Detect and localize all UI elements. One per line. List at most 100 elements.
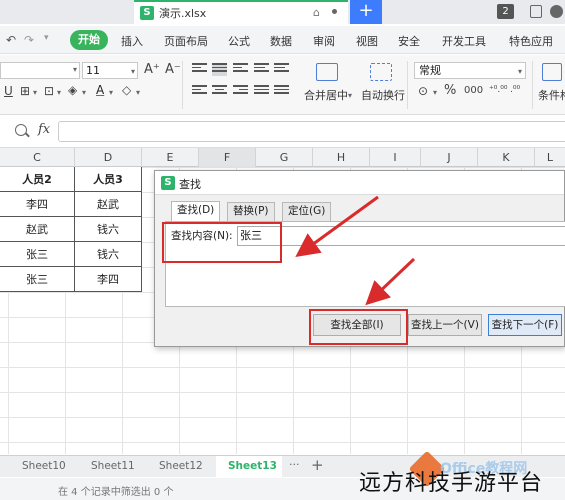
increase-decimal-icon[interactable]: ⁺⁰.⁰⁰ [489,85,507,95]
table-cell[interactable]: 张三 [0,242,75,267]
redo-icon[interactable]: ↷ [24,33,34,47]
tab-find[interactable]: 查找(D) [171,201,221,222]
tab-replace[interactable]: 替换(P) [227,202,275,221]
align-left-icon[interactable] [192,85,207,98]
chevron-down-icon[interactable]: ▾ [57,88,61,97]
watermark-text: 远方科技手游平台 [359,471,544,496]
font-name-select[interactable]: ▾ [0,62,80,79]
find-next-button[interactable]: 查找下一个(F) [488,314,562,336]
column-header-g[interactable]: G [256,148,313,167]
menu-insert[interactable]: 插入 [121,33,143,49]
increase-font-icon[interactable]: A⁺ [144,62,160,77]
conditional-format-button[interactable]: 条件格 [538,87,565,103]
skin-icon[interactable] [530,5,542,18]
formula-input[interactable] [58,121,565,142]
table-header-cell[interactable]: 人员3 [75,167,142,192]
quick-access-more-icon[interactable]: ▾ [44,33,49,43]
menu-review[interactable]: 审阅 [313,33,335,49]
zoom-search-icon[interactable] [15,124,27,136]
chevron-down-icon[interactable]: ▾ [433,88,437,97]
status-text: 在 4 个记录中筛选出 0 个 [58,487,174,498]
column-header-f[interactable]: F [199,148,256,167]
menu-special[interactable]: 特色应用 [509,33,553,49]
find-all-button[interactable]: 查找全部(I) [313,314,401,336]
align-center-icon[interactable] [212,85,227,98]
chevron-down-icon[interactable]: ▾ [33,88,37,97]
column-header-c[interactable]: C [0,148,75,167]
chevron-down-icon[interactable]: ▾ [109,88,113,97]
merge-border-icon[interactable]: ⊡ [44,84,54,98]
table-cell[interactable]: 赵武 [75,192,142,217]
merge-center-button[interactable]: 合并居中 [304,87,348,103]
sheet-tab-sheet11[interactable]: Sheet11 [91,460,135,472]
table-cell[interactable]: 钱六 [75,217,142,242]
undo-icon[interactable]: ↶ [6,33,16,47]
fill-color-icon[interactable]: ◈ [68,83,77,97]
sheet-tab-sheet12[interactable]: Sheet12 [159,460,203,472]
column-header-e[interactable]: E [142,148,199,167]
sheet-tab-sheet13[interactable]: Sheet13 [228,460,277,472]
add-sheet-button[interactable]: + [311,456,324,474]
tab-goto[interactable]: 定位(G) [282,202,332,221]
spreadsheet-app-icon: S [161,176,175,190]
find-previous-button[interactable]: 查找上一个(V) [408,314,482,336]
find-what-input[interactable]: 张三 [237,226,565,246]
unsaved-dot-icon [332,9,337,14]
conditional-format-icon[interactable] [542,63,562,81]
menu-page-layout[interactable]: 页面布局 [164,33,208,49]
file-tab-name: 演示.xlsx [159,7,207,20]
align-top-icon[interactable] [192,63,207,76]
table-cell[interactable]: 李四 [0,192,75,217]
font-color-icon[interactable]: A [96,83,104,97]
decrease-decimal-icon[interactable]: .⁰⁰ [510,85,520,95]
column-header-d[interactable]: D [75,148,142,167]
column-header-k[interactable]: K [478,148,535,167]
percent-icon[interactable]: % [444,83,456,98]
chevron-down-icon[interactable]: ▾ [348,91,352,100]
new-tab-button[interactable]: + [350,0,382,24]
chevron-down-icon[interactable]: ▾ [82,88,86,97]
column-header-j[interactable]: J [421,148,478,167]
align-right-icon[interactable] [233,85,248,98]
thousands-icon[interactable]: 000 [464,85,483,96]
clear-format-icon[interactable]: ◇ [122,83,131,97]
table-header-cell[interactable]: 人员2 [0,167,75,192]
justify-icon[interactable] [254,85,269,98]
column-header-i[interactable]: I [370,148,421,167]
column-header-l[interactable]: L [535,148,565,167]
sheet-tab-sheet10[interactable]: Sheet10 [22,460,66,472]
dialog-title-bar[interactable]: S 查找 [155,171,564,195]
menu-home[interactable]: 开始 [70,30,108,50]
borders-icon[interactable]: ⊞ [20,84,30,98]
underline-icon[interactable]: U [4,84,13,98]
wrap-text-button[interactable]: 自动换行 [361,87,405,103]
user-avatar-icon[interactable] [550,5,563,18]
menu-data[interactable]: 数据 [270,33,292,49]
table-cell[interactable]: 李四 [75,267,142,292]
font-size-select[interactable]: 11 ▾ [82,62,138,79]
distribute-icon[interactable] [274,85,289,98]
table-cell[interactable]: 赵武 [0,217,75,242]
menu-formulas[interactable]: 公式 [228,33,250,49]
fx-icon[interactable]: fx [38,122,50,137]
tab-count-badge[interactable]: 2 [497,4,514,19]
decrease-font-icon[interactable]: A⁻ [165,62,181,77]
table-cell[interactable]: 张三 [0,267,75,292]
menu-view[interactable]: 视图 [356,33,378,49]
outdent-icon[interactable] [274,63,289,76]
table-cell[interactable]: 钱六 [75,242,142,267]
chevron-down-icon[interactable]: ▾ [136,88,140,97]
number-format-select[interactable]: 常规 ▾ [414,62,526,79]
column-header-h[interactable]: H [313,148,370,167]
menu-developer[interactable]: 开发工具 [442,33,486,49]
currency-icon[interactable]: ⊙ [418,84,428,98]
menu-bar: ↶ ↷ ▾ 开始 插入 页面布局 公式 数据 审阅 视图 安全 开发工具 特色应… [0,26,565,54]
more-sheets-icon[interactable]: ··· [289,458,300,471]
merge-center-icon[interactable] [316,63,338,81]
menu-security[interactable]: 安全 [398,33,420,49]
indent-icon[interactable] [254,63,269,76]
align-bottom-icon[interactable] [233,63,248,76]
wrap-text-icon[interactable] [370,63,392,81]
align-middle-icon[interactable] [212,63,227,76]
pin-icon[interactable]: ⌂ [313,6,320,19]
